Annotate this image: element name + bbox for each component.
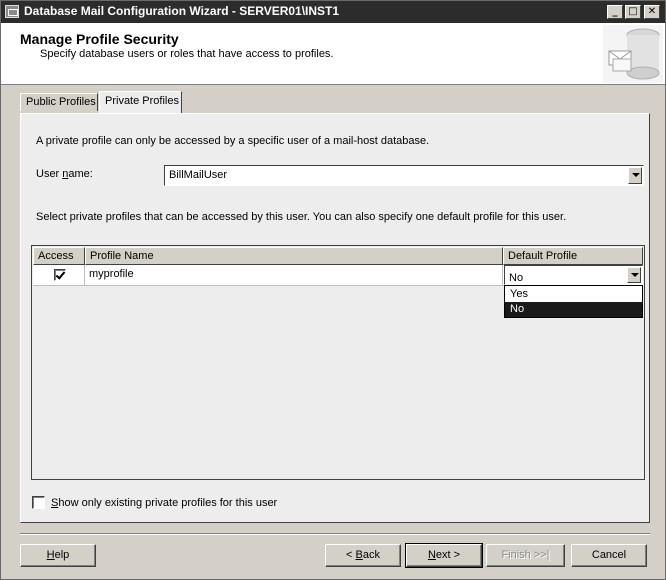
cancel-button[interactable]: Cancel	[571, 544, 647, 567]
chevron-down-icon[interactable]	[627, 267, 641, 283]
column-header-default-profile[interactable]: Default Profile	[503, 247, 643, 265]
chevron-down-icon[interactable]	[628, 167, 642, 184]
default-profile-dropdown: Yes No	[504, 285, 643, 318]
profiles-grid: Access Profile Name Default Profile mypr…	[31, 245, 645, 480]
column-header-profile-name[interactable]: Profile Name	[85, 247, 503, 265]
wizard-header: Manage Profile Security Specify database…	[1, 23, 665, 85]
finish-button: Finish >>|	[486, 544, 565, 567]
tab-public-profiles[interactable]: Public Profiles	[20, 93, 98, 111]
close-button[interactable]: ✕	[644, 5, 660, 19]
user-name-value: BillMailUser	[169, 169, 228, 181]
next-button[interactable]: Next >	[405, 543, 483, 568]
dropdown-option-yes[interactable]: Yes	[505, 287, 642, 302]
user-name-combobox[interactable]: BillMailUser	[164, 165, 644, 186]
window-title: Database Mail Configuration Wizard - SER…	[24, 4, 340, 18]
app-icon	[5, 5, 19, 18]
show-existing-label[interactable]: Show only existing private profiles for …	[51, 497, 277, 509]
page-title: Manage Profile Security	[20, 31, 179, 47]
database-icon	[603, 25, 663, 83]
help-button[interactable]: Help	[20, 544, 96, 567]
table-row[interactable]: myprofile No	[33, 265, 643, 286]
wizard-window: Database Mail Configuration Wizard - SER…	[0, 0, 666, 580]
title-bar[interactable]: Database Mail Configuration Wizard - SER…	[1, 1, 665, 23]
access-checkbox[interactable]	[54, 269, 66, 281]
show-existing-checkbox[interactable]	[32, 496, 45, 509]
access-cell	[33, 265, 85, 285]
column-header-access[interactable]: Access	[33, 247, 85, 265]
profile-name-cell: myprofile	[85, 265, 503, 285]
tab-private-profiles[interactable]: Private Profiles	[99, 91, 182, 113]
user-name-label: User name:	[36, 168, 93, 180]
dropdown-option-no[interactable]: No	[505, 302, 642, 317]
intro-text: A private profile can only be accessed b…	[36, 135, 430, 147]
back-button[interactable]: < Back	[325, 544, 401, 567]
footer-separator	[20, 533, 650, 535]
minimize-button[interactable]: _	[607, 5, 623, 19]
instruction-text: Select private profiles that can be acce…	[36, 211, 567, 223]
page-subtitle: Specify database users or roles that hav…	[40, 48, 334, 60]
default-profile-combobox[interactable]: No	[504, 265, 643, 285]
default-profile-cell: No	[503, 265, 643, 285]
maximize-button[interactable]: □	[625, 5, 641, 19]
